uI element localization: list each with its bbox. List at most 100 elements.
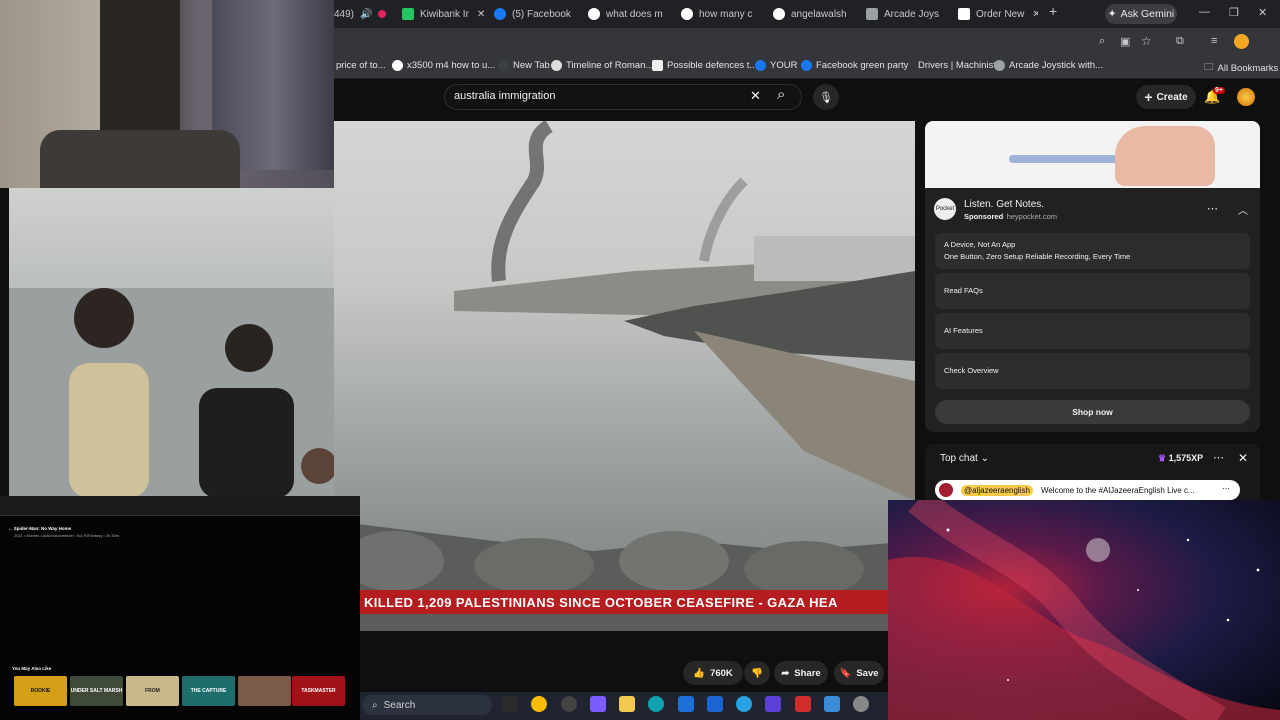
taskbar-search[interactable]: ⌕ Search: [362, 695, 492, 715]
telegram-icon[interactable]: [736, 696, 752, 712]
search-icon: ⌕: [372, 699, 378, 711]
browser-tab[interactable]: Kiwibank Ir ✕: [402, 4, 488, 24]
maximize-icon[interactable]: ❐: [1229, 6, 1239, 19]
mini-browser-chrome: [0, 496, 360, 516]
movie-meta: 2021 • Movies • Action/Adventure • Sci-F…: [14, 533, 120, 538]
movie-title: ← Spider-Man: No Way Home: [8, 526, 72, 531]
ad-ai-features-row[interactable]: AI Features: [935, 313, 1250, 349]
tab-label: Order New: [976, 8, 1025, 20]
shop-now-button[interactable]: Shop now: [935, 400, 1250, 424]
thumbnail[interactable]: [238, 676, 291, 706]
cast-icon[interactable]: ▣: [1120, 35, 1130, 48]
save-button[interactable]: 🔖 Save: [834, 661, 884, 685]
order-favicon-icon: [958, 8, 970, 20]
plus-icon: +: [1144, 89, 1153, 105]
ad-feature-row[interactable]: A Device, Not An App One Button, Zero Se…: [935, 233, 1250, 269]
thumbs-down-icon: 👎: [751, 667, 763, 679]
app-icon[interactable]: [765, 696, 781, 712]
recording-dot-icon: [378, 10, 387, 18]
bookmark-item[interactable]: YOUR: [755, 60, 797, 71]
bookmark-item[interactable]: Facebook green party: [801, 60, 908, 71]
secondary-video-overlay: [9, 188, 334, 498]
thumbnail[interactable]: ROOKIE: [14, 676, 67, 706]
pocket-logo: Pocket: [934, 198, 956, 220]
search-icon[interactable]: ⌕: [777, 86, 785, 103]
dislike-button[interactable]: 👎: [744, 661, 770, 685]
chrome-icon[interactable]: [531, 696, 547, 712]
video-player[interactable]: [334, 121, 915, 631]
close-tab-icon[interactable]: ✕: [947, 9, 948, 20]
share-button[interactable]: ➦ Share: [774, 661, 828, 685]
search-input[interactable]: australia immigration: [454, 90, 555, 102]
ask-gemini-button[interactable]: ✦ Ask Gemini: [1105, 4, 1177, 24]
bookmark-item[interactable]: Arcade Joystick with...: [994, 60, 1103, 71]
file-explorer-icon[interactable]: [619, 696, 635, 712]
browser-tab[interactable]: 449) 🔊 ✕: [334, 4, 392, 24]
bookmark-item[interactable]: x3500 m4 how to u...: [392, 60, 495, 71]
top-chat-dropdown[interactable]: Top chat ⌄: [940, 453, 989, 464]
settings-icon[interactable]: [853, 696, 869, 712]
bookmark-item[interactable]: Drivers | Machinist: [918, 60, 996, 71]
all-bookmarks[interactable]: 🗀 All Bookmarks: [1204, 60, 1278, 76]
reading-list-icon[interactable]: ≡: [1211, 35, 1217, 47]
task-view-icon[interactable]: [502, 696, 518, 712]
browser-tab[interactable]: (5) Facebook ✕: [494, 4, 578, 24]
people-scene: [9, 288, 334, 498]
voice-search-button[interactable]: 🎙: [813, 84, 839, 110]
browser-tab[interactable]: how many c ✕: [681, 4, 761, 24]
kiwibank-favicon-icon: [402, 8, 414, 20]
extensions-icon[interactable]: ⧉: [1176, 35, 1184, 48]
copilot-icon[interactable]: [590, 696, 606, 712]
app-icon[interactable]: [824, 696, 840, 712]
bookmark-star-icon[interactable]: ☆: [1141, 34, 1152, 48]
gemini-icon: ✦: [1107, 8, 1117, 20]
bookmark-item[interactable]: Possible defences t...: [652, 60, 757, 71]
browser-tab[interactable]: Order New ✕: [958, 4, 1038, 24]
folder-icon: 🗀: [1204, 62, 1214, 73]
newtab-favicon-icon: [498, 60, 509, 71]
app-icon[interactable]: [561, 696, 577, 712]
more-options-icon[interactable]: ⋯: [1207, 202, 1218, 215]
zoom-icon[interactable]: ⌕: [1099, 35, 1105, 48]
thumbnail[interactable]: UNDER SALT MARSH: [70, 676, 123, 706]
pinned-chat-message[interactable]: @aljazeeraenglish Welcome to the #AlJaze…: [935, 480, 1240, 500]
bookmark-item[interactable]: price of to...: [336, 60, 386, 71]
profile-avatar-icon[interactable]: [1234, 34, 1249, 49]
ad-faq-row[interactable]: Read FAQs: [935, 273, 1250, 309]
account-avatar[interactable]: [1237, 88, 1255, 106]
close-window-icon[interactable]: ✕: [1258, 6, 1267, 19]
minimize-icon[interactable]: —: [1199, 6, 1210, 18]
store-icon[interactable]: [678, 696, 694, 712]
like-button[interactable]: 👍 760K: [683, 661, 743, 685]
recommendations-heading: You May Also Like: [12, 666, 52, 671]
collapse-chevron-icon[interactable]: ︿: [1238, 202, 1248, 217]
edge-icon[interactable]: [648, 696, 664, 712]
bookmark-item[interactable]: New Tab: [498, 60, 550, 71]
thumbnail[interactable]: FROM: [126, 676, 179, 706]
chat-more-icon[interactable]: ⋯: [1213, 451, 1224, 464]
new-tab-icon[interactable]: +: [1049, 3, 1057, 19]
bookmark-item[interactable]: Timeline of Roman...: [551, 60, 653, 71]
audio-icon[interactable]: 🔊: [360, 9, 372, 20]
hand-graphic: [1115, 126, 1215, 186]
close-chat-icon[interactable]: ✕: [1238, 451, 1248, 465]
browser-tab[interactable]: Arcade Joys ✕: [866, 4, 948, 24]
message-more-icon[interactable]: ⋯: [1222, 484, 1230, 493]
ad-image[interactable]: [925, 121, 1260, 188]
ad-overview-row[interactable]: Check Overview: [935, 353, 1250, 389]
browser-tab[interactable]: angelawalsh ✕: [773, 4, 855, 24]
close-tab-icon[interactable]: ✕: [1032, 9, 1038, 20]
browser-tab[interactable]: what does m ✕: [588, 4, 668, 24]
tab-label: what does m: [606, 8, 663, 20]
close-tab-icon[interactable]: ✕: [477, 9, 485, 20]
microphone-icon: 🎙: [819, 91, 833, 104]
close-tab-icon[interactable]: ✕: [760, 9, 761, 20]
thumbnail[interactable]: TASKMASTER: [292, 676, 345, 706]
clear-search-icon[interactable]: ✕: [750, 88, 761, 104]
app-icon[interactable]: [795, 696, 811, 712]
thumbs-up-icon: 👍: [693, 667, 706, 679]
ad-row-title: A Device, Not An App: [944, 240, 1016, 249]
thumbnail[interactable]: THE CAPTURE: [182, 676, 235, 706]
outlook-icon[interactable]: [707, 696, 723, 712]
create-button[interactable]: + Create: [1136, 85, 1196, 109]
